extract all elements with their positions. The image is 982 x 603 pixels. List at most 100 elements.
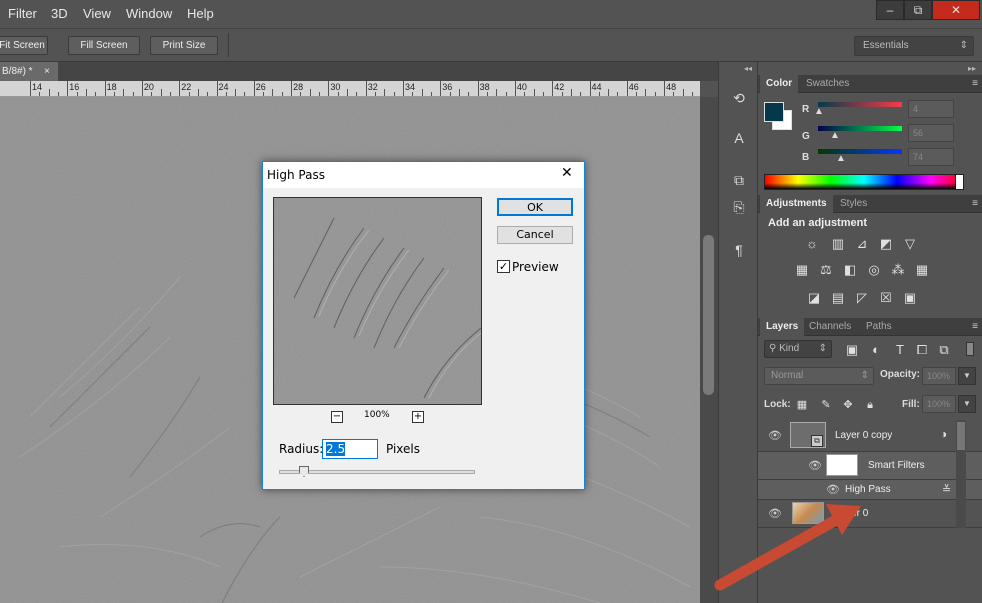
channel-b-slider[interactable]	[818, 149, 902, 154]
fill-screen-button[interactable]: Fill Screen	[68, 36, 140, 55]
type-filter-icon[interactable]: T	[892, 342, 908, 358]
posterize-icon[interactable]: ▤	[830, 290, 846, 306]
layer-name[interactable]: Smart Filters	[868, 460, 925, 471]
layer-name[interactable]: Layer 0 copy	[835, 430, 892, 441]
black-white-icon[interactable]: ◧	[842, 262, 858, 278]
tab-adjustments[interactable]: Adjustments	[760, 195, 833, 213]
vertical-scroll-thumb[interactable]	[703, 235, 714, 395]
clone-source-icon[interactable]: ⧉	[729, 170, 749, 190]
restore-button[interactable]: ⧉	[904, 0, 932, 20]
selective-color-icon[interactable]: ☒	[878, 290, 894, 306]
ruler-minor-tick	[449, 92, 451, 96]
history-icon[interactable]: ⟲	[729, 88, 749, 108]
document-tab[interactable]: B/8#) * ×	[0, 62, 58, 81]
vibrance-icon[interactable]: ▽	[902, 236, 918, 252]
filter-toggle[interactable]	[966, 342, 974, 356]
menu-window[interactable]: Window	[126, 6, 172, 21]
tab-layers[interactable]: Layers	[760, 318, 805, 336]
channel-b-value[interactable]: 74	[908, 148, 954, 166]
tab-color[interactable]: Color	[760, 75, 799, 93]
fill-field[interactable]: 100%	[922, 395, 956, 413]
lock-brush-icon[interactable]: ✎	[818, 397, 834, 413]
levels-icon[interactable]: ▥	[830, 236, 846, 252]
gradient-map-icon[interactable]: ▣	[902, 290, 918, 306]
brush-presets-icon[interactable]: ⎘	[729, 197, 749, 217]
adjustment-filter-icon[interactable]: ◐	[868, 342, 884, 358]
preview-checkbox[interactable]: ✓	[497, 260, 510, 273]
panel-menu-icon[interactable]: ≡	[972, 198, 978, 209]
collapse-icon[interactable]: ◂◂	[744, 64, 752, 73]
tab-bar	[58, 62, 718, 81]
expand-panels-icon[interactable]: ▸▸	[968, 64, 976, 73]
cancel-button[interactable]: Cancel	[497, 226, 573, 244]
color-balance-icon[interactable]: ⚖	[818, 262, 834, 278]
lock-position-icon[interactable]: ✥	[840, 397, 856, 413]
filter-preview[interactable]	[273, 197, 482, 405]
opacity-field[interactable]: 100%	[922, 367, 956, 385]
layer-row[interactable]: 👁︎ ⧉ Layer 0 copy ◑	[758, 420, 982, 452]
zoom-out-button[interactable]: −	[331, 411, 343, 423]
blending-options-icon[interactable]: ≚	[942, 483, 951, 496]
channel-mixer-icon[interactable]: ⁂	[890, 262, 906, 278]
curves-icon[interactable]: ⊿	[854, 236, 870, 252]
close-window-button[interactable]: ✕	[932, 0, 980, 20]
print-size-button[interactable]: Print Size	[150, 36, 218, 55]
color-spectrum[interactable]	[764, 174, 964, 190]
lock-all-icon[interactable]: 🔒︎	[862, 397, 878, 413]
fit-screen-button[interactable]: Fit Screen	[0, 36, 48, 55]
chevron-down-icon[interactable]: ▼	[958, 367, 976, 385]
close-icon[interactable]: ✕	[561, 165, 573, 181]
slider-thumb[interactable]: ▲	[830, 130, 840, 141]
channel-r-slider[interactable]	[818, 102, 902, 107]
slider-thumb[interactable]: ▲	[814, 106, 824, 117]
menu-filter[interactable]: Filter	[8, 6, 37, 21]
workspace-label: Essentials	[863, 40, 909, 51]
layer-filter-select[interactable]: ⚲ Kind ⇕	[764, 340, 832, 358]
invert-icon[interactable]: ◪	[806, 290, 822, 306]
channel-g-value[interactable]: 56	[908, 124, 954, 142]
close-tab-icon[interactable]: ×	[44, 62, 50, 81]
menu-help[interactable]: Help	[187, 6, 214, 21]
blend-mode-select[interactable]: Normal ⇕	[764, 367, 874, 385]
exposure-icon[interactable]: ◩	[878, 236, 894, 252]
tab-styles[interactable]: Styles	[834, 195, 873, 213]
panel-menu-icon[interactable]: ≡	[972, 321, 978, 332]
menu-view[interactable]: View	[83, 6, 111, 21]
layer-row[interactable]: 👁︎ Smart Filters	[758, 452, 982, 480]
channel-r-value[interactable]: 4	[908, 100, 954, 118]
minimize-button[interactable]: –	[876, 0, 904, 20]
tab-channels[interactable]: Channels	[803, 318, 857, 336]
tab-paths[interactable]: Paths	[860, 318, 898, 336]
color-lookup-icon[interactable]: ▦	[914, 262, 930, 278]
document-tab-title: B/8#) *	[2, 66, 33, 77]
smart-filter-badge-icon[interactable]: ◑	[940, 427, 947, 441]
layers-scrollbar[interactable]	[956, 420, 966, 528]
photo-filter-icon[interactable]: ◎	[866, 262, 882, 278]
menu-3d[interactable]: 3D	[51, 6, 68, 21]
panel-menu-icon[interactable]: ≡	[972, 78, 978, 89]
ok-button[interactable]: OK	[497, 198, 573, 216]
lock-transparent-icon[interactable]: ▦	[794, 397, 810, 413]
tab-swatches[interactable]: Swatches	[800, 75, 855, 93]
ruler-minor-tick	[272, 89, 274, 96]
eye-icon[interactable]: 👁︎	[768, 429, 782, 442]
foreground-swatch[interactable]	[764, 102, 784, 122]
threshold-icon[interactable]: ◸	[854, 290, 870, 306]
paragraph-icon[interactable]: ¶	[729, 240, 749, 260]
shape-filter-icon[interactable]: ⧠	[914, 342, 930, 358]
hue-saturation-icon[interactable]: ▦	[794, 262, 810, 278]
ruler-tick	[67, 81, 69, 96]
chevron-down-icon[interactable]: ▼	[958, 395, 976, 413]
slider-thumb[interactable]: ▲	[836, 153, 846, 164]
brightness-icon[interactable]: ☼	[804, 236, 820, 252]
workspace-select[interactable]: Essentials ⇕	[854, 36, 974, 56]
pixel-filter-icon[interactable]: ▣	[844, 342, 860, 358]
character-icon[interactable]: A	[729, 128, 749, 148]
zoom-in-button[interactable]: +	[412, 411, 424, 423]
ruler-minor-tick	[496, 89, 498, 96]
eye-icon[interactable]: 👁︎	[808, 459, 822, 472]
radius-input[interactable]: 2.5	[322, 439, 378, 459]
radius-slider-thumb[interactable]	[299, 466, 309, 477]
ruler-minor-tick	[524, 92, 526, 96]
smart-object-filter-icon[interactable]: ⧉	[936, 342, 952, 358]
